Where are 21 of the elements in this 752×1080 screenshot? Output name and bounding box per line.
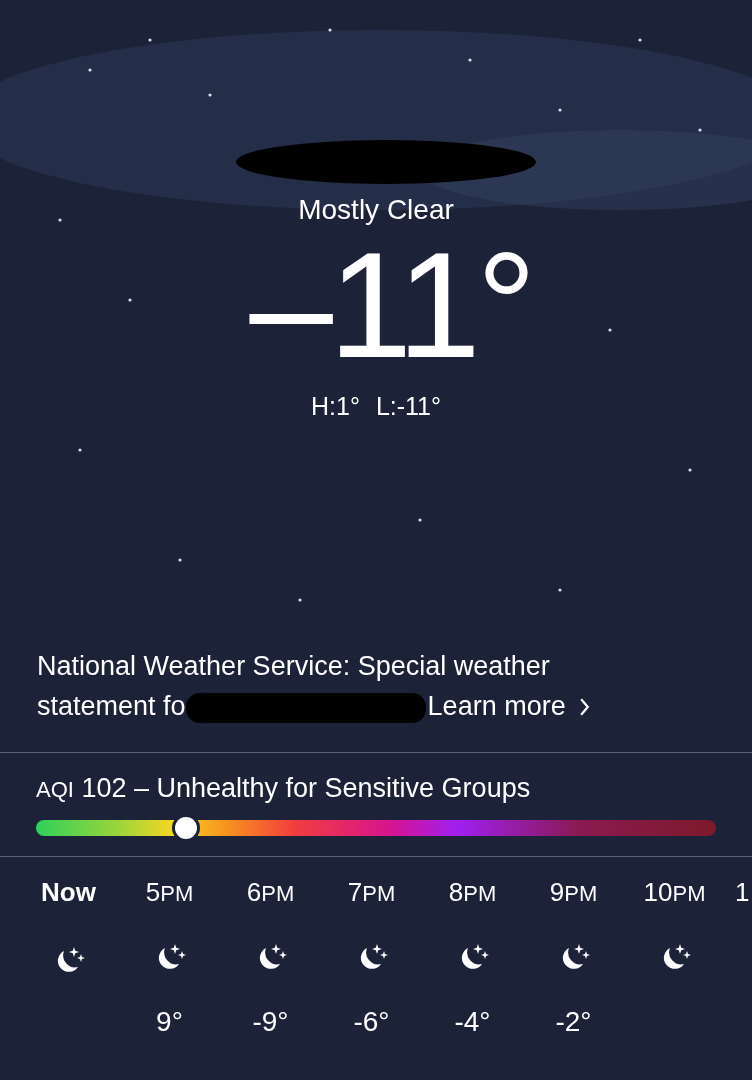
aqi-label: AQI 102 – Unhealthy for Sensitive Groups	[36, 773, 532, 804]
current-temperature: –11°	[249, 230, 533, 380]
hour-label: 9PM	[549, 877, 598, 908]
high-temperature: H:1°	[311, 392, 360, 421]
hour-temperature: -4°	[454, 1006, 491, 1038]
hour-label: 8PM	[448, 877, 497, 908]
hour-label: 7PM	[347, 877, 396, 908]
hour-label: Now	[41, 877, 96, 909]
condition-label: Mostly Clear	[298, 194, 454, 226]
learn-more-link[interactable]: Learn more	[427, 691, 591, 721]
hour-temperature: -6°	[353, 1006, 390, 1038]
hour-temperature: -9°	[252, 1006, 289, 1038]
hour-label: 1	[735, 877, 750, 909]
weather-alert-text: National Weather Service: Special weather statement fo Learn more	[0, 646, 752, 753]
low-temperature: L:-11°	[375, 392, 441, 421]
hour-label: 10PM	[643, 877, 706, 908]
chevron-icon	[579, 697, 591, 717]
hour-temperature: 9°	[156, 1006, 183, 1038]
hour-temperature: -2°	[555, 1006, 592, 1038]
hour-label: 5PM	[145, 877, 194, 908]
hour-label: 6PM	[246, 877, 295, 908]
